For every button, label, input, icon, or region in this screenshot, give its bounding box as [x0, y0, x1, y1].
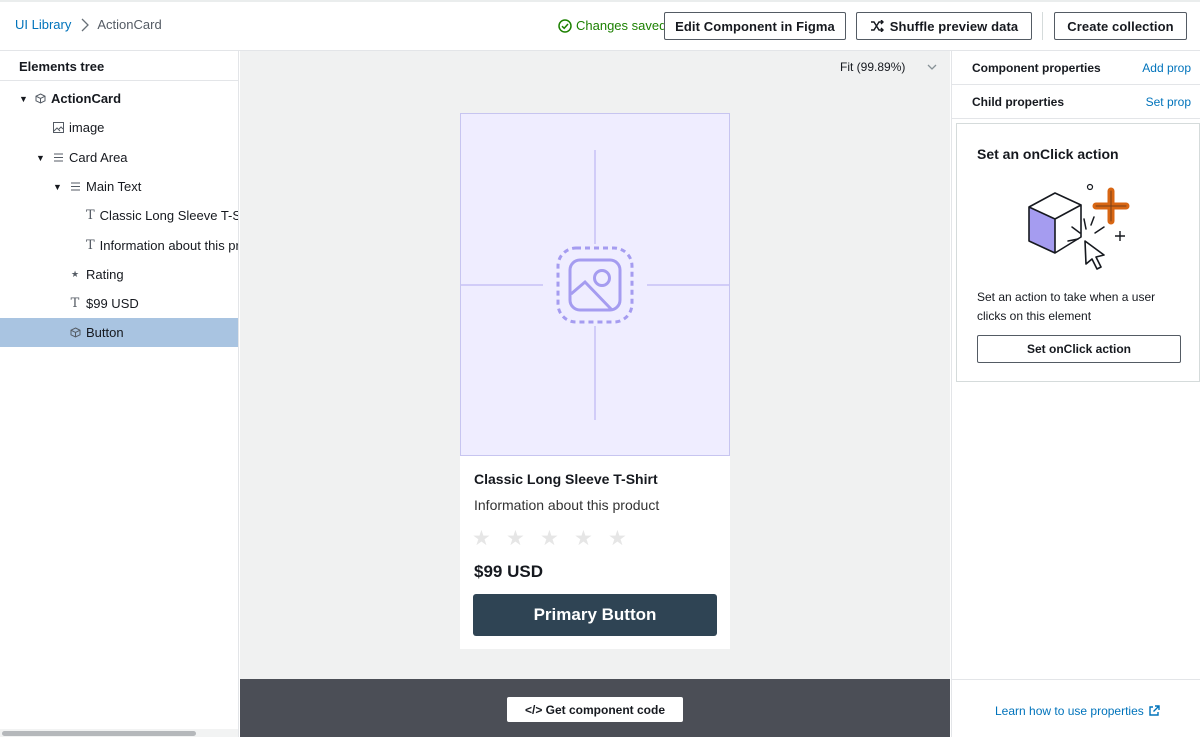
- card-price: $99 USD: [474, 562, 543, 581]
- breadcrumb: UI Library ActionCard: [15, 17, 162, 32]
- chevron-right-icon: [81, 18, 90, 31]
- action-card-preview: Classic Long Sleeve T-Shirt Information …: [460, 113, 730, 649]
- text-icon: T: [86, 238, 95, 253]
- star-icon: ★: [574, 527, 593, 550]
- header-divider: [1042, 12, 1043, 40]
- elements-tree-title: Elements tree: [0, 51, 238, 81]
- tree-node-title-text[interactable]: T Classic Long Sleeve T-Shirt: [0, 201, 238, 230]
- star-icon: ★: [506, 527, 525, 550]
- tree-node-description-text[interactable]: T Information about this product: [0, 231, 238, 260]
- set-prop-link[interactable]: Set prop: [1146, 95, 1191, 109]
- tree-node-button[interactable]: Button: [0, 318, 238, 347]
- add-prop-link[interactable]: Add prop: [1142, 61, 1191, 75]
- shuffle-icon: [870, 20, 884, 32]
- tree-node-label: image: [69, 120, 105, 135]
- component-icon: [69, 327, 81, 339]
- external-link-icon: [1149, 705, 1160, 716]
- click-cube-illustration-icon: [1028, 183, 1130, 270]
- breadcrumb-current: ActionCard: [97, 17, 162, 32]
- caret-down-icon[interactable]: ▼: [36, 153, 46, 163]
- tree-node-rating[interactable]: ★ Rating: [0, 260, 238, 289]
- save-status: Changes saved: [558, 18, 666, 33]
- onclick-description: Set an action to take when a user clicks…: [977, 290, 1156, 323]
- zoom-select[interactable]: Fit (99.89%): [840, 60, 937, 74]
- flex-icon: [52, 152, 64, 164]
- caret-down-icon[interactable]: ▼: [53, 182, 63, 192]
- image-placeholder-icon: [461, 150, 729, 420]
- star-icon: ★: [472, 527, 491, 550]
- text-icon: T: [86, 208, 95, 223]
- horizontal-scrollbar[interactable]: [0, 729, 238, 737]
- tree-node-label: ActionCard: [51, 91, 122, 106]
- tree-node-label: Information about this product: [99, 238, 238, 253]
- child-properties-label: Child properties: [972, 94, 1065, 109]
- caret-down-icon[interactable]: ▼: [19, 94, 29, 104]
- component-properties-label: Component properties: [972, 60, 1101, 75]
- edit-figma-button[interactable]: Edit Component in Figma: [664, 12, 846, 40]
- image-icon: [52, 122, 64, 134]
- zoom-value: Fit (99.89%): [840, 60, 906, 74]
- scrollbar-thumb[interactable]: [2, 731, 196, 736]
- onclick-title: Set an onClick action: [977, 146, 1119, 162]
- flex-icon: [69, 181, 81, 193]
- star-icon: ★: [70, 269, 80, 279]
- primary-button[interactable]: Primary Button: [473, 594, 717, 636]
- check-circle-icon: [558, 18, 572, 33]
- elements-tree-panel: Elements tree ▼ ActionCard image ▼ Card …: [0, 51, 239, 737]
- tree-node-image[interactable]: image: [0, 113, 238, 142]
- chevron-down-icon: [927, 64, 937, 70]
- learn-properties-link[interactable]: Learn how to use properties: [995, 704, 1160, 718]
- tree-node-label: $99 USD: [86, 296, 139, 311]
- save-status-text: Changes saved: [576, 18, 667, 33]
- tree-node-label: Main Text: [86, 179, 142, 194]
- star-icon: ★: [540, 527, 559, 550]
- shuffle-preview-label: Shuffle preview data: [889, 18, 1019, 34]
- tree-node-label: Classic Long Sleeve T-Shirt: [99, 208, 238, 223]
- tree-node-label: Rating: [86, 267, 124, 282]
- preview-canvas: Fit (99.89%) Classic Long Sleeve T-Shirt…: [240, 51, 950, 679]
- learn-properties-label: Learn how to use properties: [995, 704, 1144, 718]
- card-description: Information about this product: [474, 497, 660, 513]
- properties-panel: Component properties Add prop Child prop…: [951, 51, 1200, 737]
- top-header: UI Library ActionCard Changes saved Edit…: [0, 0, 1200, 51]
- set-onclick-action-button[interactable]: Set onClick action: [977, 335, 1181, 363]
- tree-node-label: Card Area: [69, 150, 128, 165]
- tree-node-actioncard[interactable]: ▼ ActionCard: [0, 84, 238, 113]
- child-properties-row: Child properties Set prop: [952, 85, 1200, 119]
- card-title: Classic Long Sleeve T-Shirt: [474, 471, 658, 487]
- get-component-code-button[interactable]: </> Get component code: [507, 697, 683, 722]
- canvas-bottom-bar: </> Get component code: [240, 679, 950, 737]
- tree-node-label: Button: [86, 325, 124, 340]
- image-placeholder: [460, 113, 730, 456]
- tree-node-card-area[interactable]: ▼ Card Area: [0, 143, 238, 172]
- component-icon: [34, 93, 46, 105]
- component-properties-row: Component properties Add prop: [952, 51, 1200, 85]
- text-icon: T: [70, 296, 80, 311]
- tree-node-main-text[interactable]: ▼ Main Text: [0, 172, 238, 201]
- shuffle-preview-button[interactable]: Shuffle preview data: [856, 12, 1032, 40]
- tree-node-price-text[interactable]: T $99 USD: [0, 289, 238, 318]
- star-icon: ★: [608, 527, 627, 550]
- breadcrumb-ui-library[interactable]: UI Library: [15, 17, 71, 32]
- create-collection-button[interactable]: Create collection: [1054, 12, 1187, 40]
- rating-stars: ★ ★ ★ ★ ★: [472, 526, 642, 551]
- onclick-action-card: Set an onClick action Set an action to t…: [956, 123, 1200, 382]
- properties-footer: Learn how to use properties: [952, 679, 1200, 737]
